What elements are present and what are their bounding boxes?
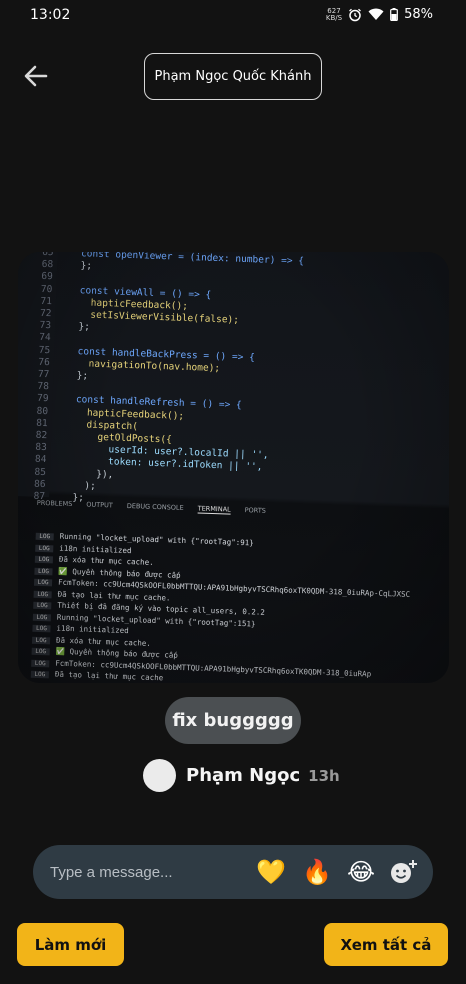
refresh-button[interactable]: Làm mới	[17, 923, 124, 966]
refresh-button-label: Làm mới	[34, 935, 107, 954]
code-line-text: };	[66, 320, 91, 333]
code-line-number: 69	[41, 271, 53, 283]
code-line-number: 82	[35, 429, 48, 442]
panel-tab-problems: PROBLEMS	[36, 498, 73, 509]
log-badge: LOG	[31, 636, 51, 644]
log-badge: LOG	[35, 544, 54, 552]
panel-tab-terminal: TERMINAL	[197, 504, 231, 515]
code-line-number: 81	[36, 417, 48, 429]
code-line-number: 68	[41, 259, 54, 271]
user-selector-name: Phạm Ngọc Quốc Khánh	[154, 69, 312, 84]
code-line-number: 72	[39, 307, 52, 320]
log-badge: LOG	[31, 647, 50, 656]
photo-content: 65 const openViewer = (index: number) =>…	[18, 252, 449, 683]
back-button[interactable]	[22, 62, 50, 90]
add-emoji-icon[interactable]	[388, 857, 418, 887]
code-line-text: dispatch(	[63, 418, 139, 433]
log-badge: LOG	[34, 555, 54, 564]
view-all-button-label: Xem tất cả	[340, 935, 432, 954]
reaction-laugh-icon[interactable]: 😂	[346, 857, 376, 887]
sender-name: Phạm Ngọc	[186, 765, 301, 786]
user-selector[interactable]: Phạm Ngọc Quốc Khánh	[144, 53, 322, 100]
code-line-text: const openViewer = (index: number) => {	[69, 252, 305, 267]
code-line-number: 77	[37, 368, 50, 381]
avatar[interactable]	[143, 759, 176, 792]
message-bar: 💛 🔥 😂	[33, 845, 433, 899]
message-input[interactable]	[50, 863, 240, 881]
battery-icon	[390, 8, 398, 21]
sender-info: Phạm Ngọc 13h	[143, 759, 340, 792]
arrow-left-icon	[24, 65, 48, 87]
code-line-number: 79	[36, 393, 49, 405]
log-badge: LOG	[32, 624, 51, 633]
wifi-icon	[368, 8, 384, 20]
log-badge: LOG	[30, 670, 49, 679]
status-icons: 627 KB/S 58%	[326, 7, 433, 22]
log-badge: LOG	[33, 590, 52, 598]
code-line-text: );	[61, 479, 97, 492]
code-line-number: 65	[41, 252, 54, 259]
panel-tabs: PROBLEMS OUTPUT DEBUG CONSOLE TERMINAL PORTS	[37, 499, 266, 516]
code-line-number: 78	[37, 380, 50, 393]
code-line-number: 80	[36, 405, 49, 417]
caption-text: fix buggggg	[172, 710, 294, 731]
code-line-number: 75	[38, 344, 51, 356]
terminal-line-text: Đã xóa thư mục cache.	[55, 635, 152, 648]
status-time: 13:02	[30, 7, 71, 23]
photo-caption: fix buggggg	[165, 697, 301, 744]
log-badge: LOG	[31, 659, 50, 667]
code-line-number: 76	[38, 356, 50, 368]
log-badge: LOG	[34, 567, 53, 575]
reaction-heart-icon[interactable]: 💛	[256, 857, 286, 887]
view-all-button[interactable]: Xem tất cả	[324, 923, 448, 966]
log-badge: LOG	[32, 613, 52, 621]
panel-tab-debug-console: DEBUG CONSOLE	[126, 501, 184, 512]
code-line-text: }),	[61, 467, 114, 481]
reaction-fire-icon[interactable]: 🔥	[302, 857, 332, 887]
code-line-number: 73	[39, 320, 52, 332]
status-bar: 13:02 627 KB/S 58%	[0, 0, 466, 32]
code-line-number: 74	[38, 332, 51, 344]
panel-tab-ports: PORTS	[244, 506, 267, 515]
log-badge: LOG	[33, 578, 53, 587]
shared-photo: 65 const openViewer = (index: number) =>…	[18, 252, 449, 683]
terminal-line-text: i18n initialized	[56, 623, 129, 636]
network-speed: 627 KB/S	[325, 6, 343, 22]
code-line-number: 86	[33, 478, 46, 490]
code-line-number: 85	[34, 466, 47, 478]
sender-time: 13h	[308, 766, 340, 785]
add-emoji-icon	[391, 860, 417, 883]
code-line-text: };	[68, 259, 93, 272]
log-badge: LOG	[33, 601, 52, 610]
code-line-text: setIsViewerVisible(false);	[67, 308, 240, 326]
alarm-icon	[349, 8, 362, 21]
panel-tab-output: OUTPUT	[86, 500, 113, 510]
code-line-number: 84	[34, 454, 47, 466]
terminal-line-text: i18n initialized	[59, 543, 132, 555]
code-line-text: };	[65, 369, 89, 382]
battery-percent: 58%	[404, 7, 433, 22]
code-line-number: 71	[40, 295, 53, 308]
terminal-line-text: Đã xóa thư mục cache.	[58, 554, 154, 567]
code-line-number: 83	[35, 441, 47, 454]
code-line-number: 70	[40, 283, 53, 295]
log-badge: LOG	[35, 532, 54, 541]
